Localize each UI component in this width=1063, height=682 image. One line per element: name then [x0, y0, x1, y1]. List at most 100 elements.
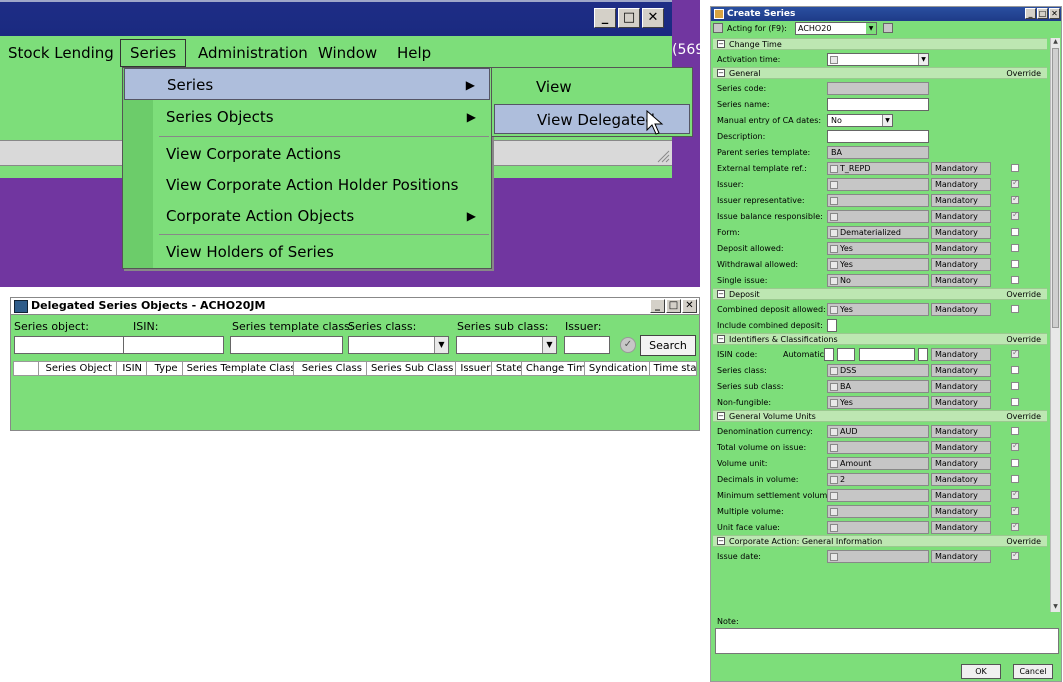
cancel-button[interactable]: Cancel [1013, 664, 1053, 679]
override-checkbox[interactable] [1011, 550, 1019, 560]
checkbox-icon[interactable] [830, 277, 838, 285]
clear-filter-icon[interactable]: ✓ [620, 337, 636, 353]
series-class-select[interactable]: ▼ [348, 336, 449, 354]
menu-window[interactable]: Window [318, 44, 377, 62]
override-checkbox[interactable] [1011, 382, 1019, 390]
checkbox-icon[interactable] [830, 444, 838, 452]
checkbox-icon[interactable] [830, 553, 838, 561]
override-checkbox[interactable] [1011, 521, 1019, 531]
checkbox-icon[interactable] [830, 165, 838, 173]
menu-item-corporate-action-objects[interactable]: Corporate Action Objects ▶ [124, 200, 490, 232]
close-button[interactable]: ✕ [642, 8, 664, 28]
search-button[interactable]: Search [640, 335, 696, 356]
override-checkbox[interactable] [1011, 178, 1019, 188]
column-header-type[interactable]: Type [147, 362, 183, 375]
scroll-up-icon[interactable]: ▲ [1051, 38, 1060, 47]
menu-item-series[interactable]: Series ▶ [124, 68, 490, 100]
note-textarea[interactable] [715, 628, 1059, 654]
collapse-icon[interactable]: − [717, 412, 725, 420]
ok-button[interactable]: OK [961, 664, 1001, 679]
section-header[interactable]: − General Volume Units Override [713, 410, 1047, 422]
section-header[interactable]: − Change Time [713, 38, 1047, 50]
column-header-series-object[interactable]: Series Object [39, 362, 118, 375]
checkbox-icon[interactable] [830, 399, 838, 407]
checkbox-icon[interactable] [830, 367, 838, 375]
isin-check-input[interactable] [918, 348, 928, 361]
override-checkbox[interactable] [1011, 194, 1019, 204]
override-checkbox[interactable] [1011, 366, 1019, 374]
checkbox-icon[interactable] [830, 197, 838, 205]
checkbox-icon[interactable] [830, 476, 838, 484]
menu-administration[interactable]: Administration [198, 44, 308, 62]
collapse-icon[interactable]: − [717, 40, 725, 48]
override-checkbox[interactable] [1011, 305, 1019, 313]
collapse-icon[interactable]: − [717, 335, 725, 343]
column-header-syndication[interactable]: Syndication [585, 362, 650, 375]
menu-item-view-corporate-actions[interactable]: View Corporate Actions [124, 138, 490, 170]
checkbox-icon[interactable] [830, 428, 838, 436]
override-checkbox[interactable] [1011, 244, 1019, 252]
override-checkbox[interactable] [1011, 164, 1019, 172]
checkbox-icon[interactable] [830, 383, 838, 391]
section-header[interactable]: − Deposit Override [713, 288, 1047, 300]
checkbox-icon[interactable] [830, 245, 838, 253]
close-button[interactable]: ✕ [682, 299, 697, 313]
section-header[interactable]: − Corporate Action: General Information Ov… [713, 535, 1047, 547]
column-header-change-time[interactable]: Change Time [522, 362, 585, 375]
maximize-button[interactable]: □ [618, 8, 640, 28]
collapse-icon[interactable]: − [717, 69, 725, 77]
close-button[interactable]: ✕ [1049, 8, 1060, 19]
override-checkbox[interactable] [1011, 228, 1019, 236]
override-checkbox[interactable] [1011, 459, 1019, 467]
checkbox-icon[interactable] [830, 306, 838, 314]
checkbox-icon[interactable] [830, 492, 838, 500]
override-checkbox[interactable] [1011, 398, 1019, 406]
collapse-icon[interactable]: − [717, 537, 725, 545]
isin-input[interactable] [123, 336, 224, 354]
checkbox-icon[interactable] [830, 460, 838, 468]
minimize-button[interactable]: _ [594, 8, 616, 28]
maximize-button[interactable]: □ [1037, 8, 1048, 19]
checkbox-icon[interactable] [830, 261, 838, 269]
checkbox[interactable] [827, 319, 837, 332]
override-checkbox[interactable] [1011, 348, 1019, 358]
submenu-item-view[interactable]: View [494, 72, 690, 102]
activation-time-select[interactable]: ▼ [827, 53, 929, 66]
column-header-time-stamp[interactable]: Time stam [650, 362, 696, 375]
override-checkbox[interactable] [1011, 505, 1019, 515]
lookup-icon[interactable] [883, 23, 893, 33]
minimize-button[interactable]: _ [650, 299, 665, 313]
scrollbar-thumb[interactable] [1052, 48, 1059, 328]
menu-item-view-ca-holder-positions[interactable]: View Corporate Action Holder Positions [124, 169, 490, 201]
isin-input[interactable] [859, 348, 915, 361]
override-checkbox[interactable] [1011, 260, 1019, 268]
section-header[interactable]: − General Override [713, 67, 1047, 79]
column-header-series-template-class[interactable]: Series Template Class [183, 362, 294, 375]
text-input[interactable] [827, 130, 929, 143]
menu-help[interactable]: Help [397, 44, 431, 62]
scroll-down-icon[interactable]: ▼ [1051, 603, 1060, 612]
series-object-input[interactable] [14, 336, 126, 354]
checkbox-icon[interactable] [830, 181, 838, 189]
isin-prefix-input[interactable] [837, 348, 855, 361]
text-input[interactable] [827, 98, 929, 111]
maximize-button[interactable]: □ [666, 299, 681, 313]
override-checkbox[interactable] [1011, 475, 1019, 483]
issuer-input[interactable] [564, 336, 610, 354]
checkbox-icon[interactable] [830, 229, 838, 237]
menu-stock-lending[interactable]: Stock Lending [8, 44, 114, 62]
column-header-select[interactable] [14, 362, 40, 375]
select-field[interactable]: No ▼ [827, 114, 893, 127]
checkbox-icon[interactable] [830, 508, 838, 516]
checkbox-icon[interactable] [830, 213, 838, 221]
override-checkbox[interactable] [1011, 210, 1019, 220]
form-scrollbar[interactable]: ▲ ▼ [1050, 38, 1060, 612]
menu-item-series-objects[interactable]: Series Objects ▶ [124, 101, 490, 133]
section-header[interactable]: − Identifiers & Classifications Override [713, 333, 1047, 345]
menu-item-view-holders-of-series[interactable]: View Holders of Series [124, 236, 490, 268]
acting-for-select[interactable]: ACHO20 ▼ [795, 22, 877, 35]
minimize-button[interactable]: _ [1025, 8, 1036, 19]
override-checkbox[interactable] [1011, 441, 1019, 451]
automatic-checkbox[interactable] [824, 348, 834, 361]
series-template-class-input[interactable] [230, 336, 343, 354]
